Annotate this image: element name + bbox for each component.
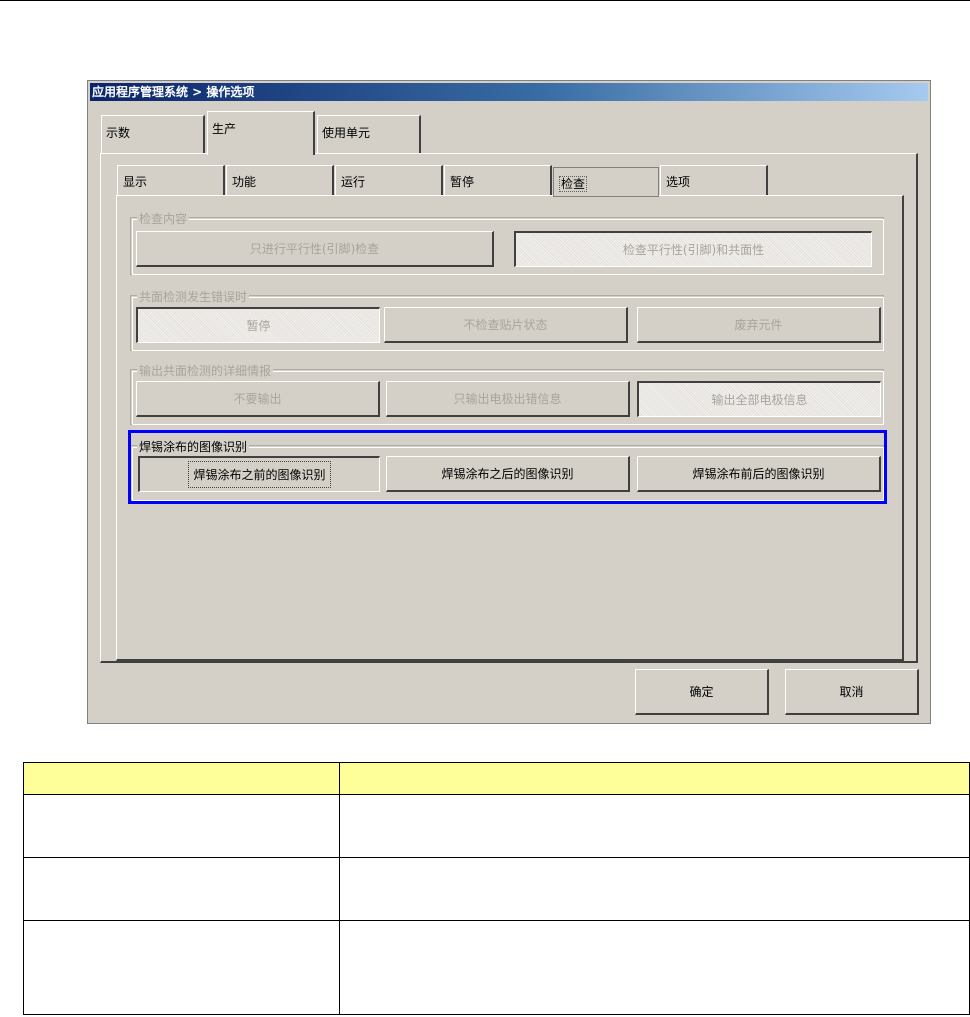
window-title: 应用程序管理系统 > 操作选项 (90, 83, 928, 101)
table-row (23, 857, 970, 921)
group-legend: 焊锡涂布的图像识别 (137, 438, 250, 455)
no-output-button[interactable]: 不要输出 (136, 381, 380, 417)
skip-mount-check-button[interactable]: 不检查贴片状态 (384, 307, 628, 343)
discard-component-button[interactable]: 废弃元件 (637, 307, 881, 343)
subtab-display[interactable]: 显示 (117, 165, 225, 195)
table-header-cell (23, 762, 340, 795)
after-solder-recognition-button[interactable]: 焊锡涂布之后的图像识别 (386, 456, 630, 492)
all-electrode-output-button[interactable]: 输出全部电极信息 (637, 381, 881, 417)
tab-label: 生产 (212, 122, 237, 136)
description-table (23, 762, 970, 1015)
subtab-label: 选项 (666, 175, 691, 189)
table-cell (23, 857, 340, 921)
table-cell (339, 857, 970, 921)
pin-parallelism-only-button[interactable]: 只进行平行性(引脚)检查 (136, 231, 494, 267)
cancel-button[interactable]: 取消 (785, 669, 919, 715)
table-header-row (23, 762, 970, 795)
subtab-options[interactable]: 选项 (660, 165, 768, 195)
error-electrode-output-button[interactable]: 只输出电极出错信息 (386, 381, 630, 417)
ok-button[interactable]: 确定 (635, 669, 769, 715)
tab-counter[interactable]: 示数 (101, 115, 205, 153)
subtab-inspection[interactable]: 检查 (553, 167, 659, 197)
table-cell (339, 794, 970, 858)
table-cell (23, 920, 340, 1015)
subtab-label: 检查 (559, 176, 588, 192)
before-solder-recognition-button[interactable]: 焊锡涂布之前的图像识别 (138, 456, 380, 492)
group-legend: 检查内容 (137, 210, 190, 227)
operation-options-dialog: 应用程序管理系统 > 操作选项 示数 生产 使用单元 显示 功能 运行 暂停 检… (87, 80, 931, 724)
subtab-pause[interactable]: 暂停 (444, 165, 552, 195)
table-row (23, 794, 970, 858)
tab-label: 使用单元 (322, 126, 371, 140)
group-legend: 输出共面检测的详细情报 (137, 362, 274, 379)
table-cell (339, 920, 970, 1015)
parallelism-and-coplanarity-button[interactable]: 检查平行性(引脚)和共面性 (514, 231, 872, 267)
tab-label: 示数 (106, 126, 131, 140)
table-row (23, 920, 970, 1015)
tab-production[interactable]: 生产 (207, 111, 315, 155)
subtab-label: 显示 (123, 175, 148, 189)
page-top-rule (0, 0, 970, 1)
pause-button[interactable]: 暂停 (136, 307, 380, 343)
subtab-label: 暂停 (450, 175, 475, 189)
before-after-solder-recognition-button[interactable]: 焊锡涂布前后的图像识别 (637, 456, 881, 492)
table-header-cell (339, 762, 970, 795)
subtab-function[interactable]: 功能 (226, 165, 334, 195)
group-legend: 共面检测发生错误时 (137, 288, 250, 305)
tab-unit[interactable]: 使用单元 (317, 115, 421, 153)
subtab-run[interactable]: 运行 (335, 165, 443, 195)
subtab-label: 功能 (232, 175, 257, 189)
subtab-label: 运行 (341, 175, 366, 189)
table-cell (23, 794, 340, 858)
